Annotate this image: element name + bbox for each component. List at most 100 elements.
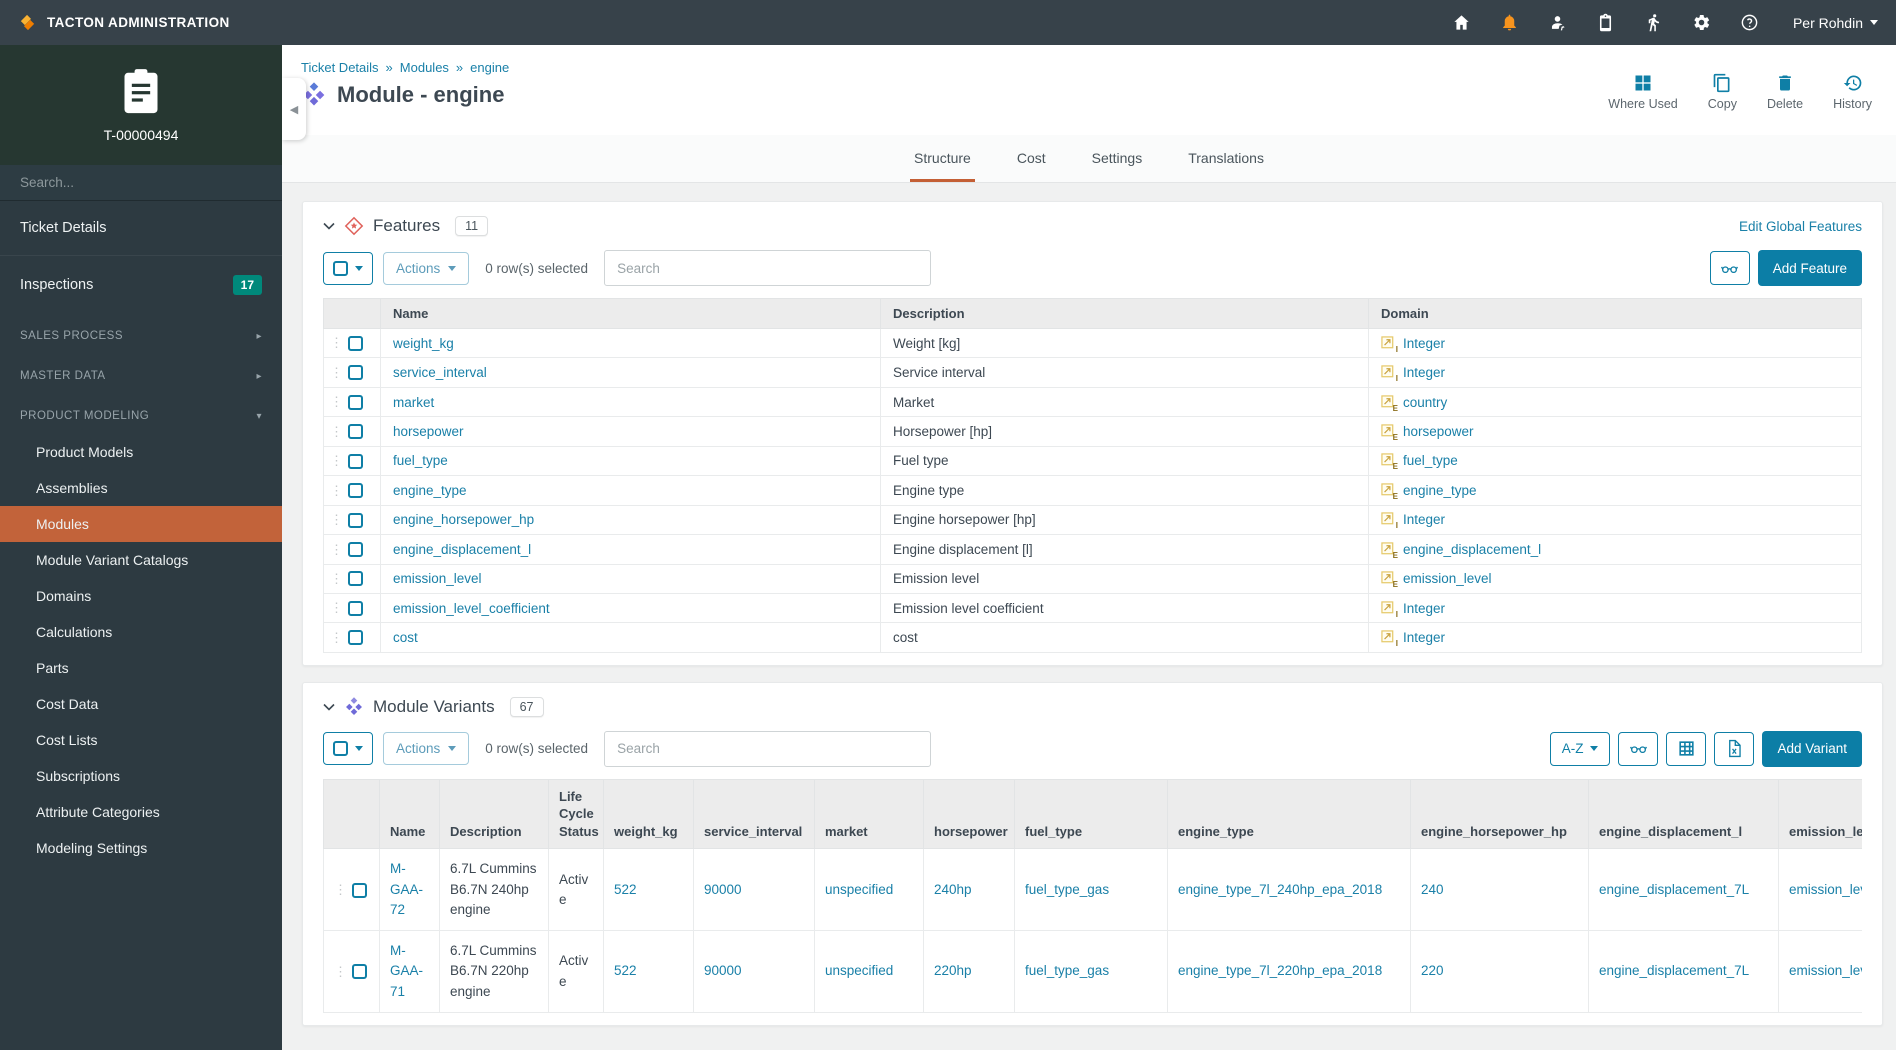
sidebar-section-master-data[interactable]: MASTER DATA ▸	[0, 354, 282, 394]
domain-link[interactable]: engine_type	[1403, 483, 1477, 498]
variant-engine-type-link[interactable]: engine_type_7l_220hp_epa_2018	[1178, 963, 1382, 978]
collapse-panel-button[interactable]: ◀	[282, 78, 306, 140]
sort-dropdown[interactable]: A-Z	[1549, 731, 1611, 766]
column-header-market[interactable]: market	[814, 778, 924, 850]
settings-gear-icon[interactable]	[1683, 8, 1721, 38]
sidebar-section-sales-process[interactable]: SALES PROCESS ▸	[0, 314, 282, 354]
breadcrumb-link-engine[interactable]: engine	[470, 60, 509, 75]
user-admin-icon[interactable]	[1539, 8, 1577, 38]
column-header-fuel-type[interactable]: fuel_type	[1014, 778, 1168, 850]
row-checkbox[interactable]	[348, 365, 363, 381]
variant-engine-displacement-link[interactable]: engine_displacement_7L	[1599, 882, 1749, 897]
help-icon[interactable]	[1731, 8, 1769, 38]
add-feature-button[interactable]: Add Feature	[1757, 250, 1862, 286]
column-header-life-cycle-status[interactable]: Life Cycle Status	[548, 778, 604, 850]
row-checkbox[interactable]	[352, 882, 367, 898]
user-menu[interactable]: Per Rohdin	[1793, 15, 1878, 31]
feature-name-link[interactable]: market	[393, 395, 434, 410]
feature-name-link[interactable]: horsepower	[393, 424, 464, 439]
select-all-dropdown[interactable]	[323, 251, 373, 285]
column-header-name[interactable]: Name	[380, 298, 881, 329]
domain-link[interactable]: Integer	[1403, 365, 1445, 380]
sidebar-item-ticket-details[interactable]: Ticket Details	[0, 201, 282, 256]
sidebar-item-subscriptions[interactable]: Subscriptions	[0, 758, 282, 794]
column-header-service-interval[interactable]: service_interval	[693, 778, 815, 850]
features-search-input[interactable]	[604, 250, 932, 286]
row-checkbox[interactable]	[352, 964, 367, 980]
drag-handle-icon[interactable]: ⋮	[330, 365, 343, 381]
variant-market-link[interactable]: unspecified	[825, 882, 893, 897]
variant-weight-link[interactable]: 522	[614, 882, 637, 897]
tickets-clipboard-icon[interactable]	[1587, 8, 1625, 38]
variant-horsepower-link[interactable]: 220hp	[934, 963, 972, 978]
ticket-card[interactable]: T-00000494	[0, 45, 282, 165]
domain-link[interactable]: Integer	[1403, 630, 1445, 645]
select-all-checkbox[interactable]	[333, 741, 348, 757]
variants-search-input[interactable]	[604, 730, 932, 767]
sidebar-section-product-modeling[interactable]: PRODUCT MODELING ▾	[0, 394, 282, 434]
row-checkbox[interactable]	[348, 424, 363, 440]
notifications-bell-icon[interactable]	[1491, 8, 1529, 38]
sidebar-item-parts[interactable]: Parts	[0, 650, 282, 686]
row-checkbox[interactable]	[348, 630, 363, 646]
view-options-button[interactable]	[1618, 731, 1659, 766]
view-options-button[interactable]	[1709, 251, 1750, 285]
actions-dropdown[interactable]: Actions	[383, 732, 470, 766]
column-header-horsepower[interactable]: horsepower	[923, 778, 1015, 850]
quick-actions-runner-icon[interactable]	[1635, 8, 1673, 38]
sidebar-search-input[interactable]	[0, 175, 282, 190]
row-checkbox[interactable]	[348, 512, 363, 528]
sidebar-item-attribute-categories[interactable]: Attribute Categories	[0, 794, 282, 830]
variant-emission-level-link[interactable]: emission_level_e	[1789, 963, 1862, 978]
sidebar-item-cost-lists[interactable]: Cost Lists	[0, 722, 282, 758]
domain-link[interactable]: horsepower	[1403, 424, 1474, 439]
column-header-description[interactable]: Description	[880, 298, 1369, 329]
variant-engine-horsepower-link[interactable]: 240	[1421, 882, 1444, 897]
row-checkbox[interactable]	[348, 571, 363, 587]
variant-engine-horsepower-link[interactable]: 220	[1421, 963, 1444, 978]
select-all-dropdown[interactable]	[323, 732, 373, 766]
variant-emission-level-link[interactable]: emission_level_e	[1789, 882, 1862, 897]
domain-link[interactable]: emission_level	[1403, 571, 1492, 586]
tab-settings[interactable]: Settings	[1092, 135, 1143, 182]
domain-link[interactable]: Integer	[1403, 336, 1445, 351]
export-excel-button[interactable]	[1714, 731, 1755, 766]
select-all-checkbox[interactable]	[333, 260, 348, 276]
row-checkbox[interactable]	[348, 453, 363, 469]
add-variant-button[interactable]: Add Variant	[1762, 730, 1862, 767]
breadcrumb-link-modules[interactable]: Modules	[400, 60, 449, 75]
feature-name-link[interactable]: fuel_type	[393, 453, 448, 468]
drag-handle-icon[interactable]: ⋮	[330, 512, 343, 528]
column-header-engine-displacement-l[interactable]: engine_displacement_l	[1588, 778, 1779, 850]
feature-name-link[interactable]: engine_type	[393, 483, 467, 498]
column-header-emission-level[interactable]: emission_level	[1778, 778, 1862, 850]
variant-weight-link[interactable]: 522	[614, 963, 637, 978]
variant-fuel-type-link[interactable]: fuel_type_gas	[1025, 882, 1109, 897]
variant-horsepower-link[interactable]: 240hp	[934, 882, 972, 897]
row-checkbox[interactable]	[348, 335, 363, 351]
collapse-features-button[interactable]	[323, 222, 335, 230]
row-checkbox[interactable]	[348, 394, 363, 410]
sidebar-item-modeling-settings[interactable]: Modeling Settings	[0, 830, 282, 866]
drag-handle-icon[interactable]: ⋮	[330, 542, 343, 558]
column-header-engine-type[interactable]: engine_type	[1167, 778, 1411, 850]
drag-handle-icon[interactable]: ⋮	[334, 880, 347, 900]
sidebar-item-product-models[interactable]: Product Models	[0, 434, 282, 470]
feature-name-link[interactable]: weight_kg	[393, 336, 454, 351]
sidebar-item-assemblies[interactable]: Assemblies	[0, 470, 282, 506]
feature-name-link[interactable]: service_interval	[393, 365, 487, 380]
column-header-domain[interactable]: Domain	[1368, 298, 1862, 329]
where-used-button[interactable]: Where Used	[1608, 73, 1678, 111]
collapse-variants-button[interactable]	[323, 703, 335, 711]
feature-name-link[interactable]: engine_displacement_l	[393, 542, 531, 557]
feature-name-link[interactable]: emission_level	[393, 571, 482, 586]
variant-service-interval-link[interactable]: 90000	[704, 963, 742, 978]
feature-name-link[interactable]: cost	[393, 630, 418, 645]
column-header-name[interactable]: Name	[379, 778, 440, 850]
sidebar-item-module-variant-catalogs[interactable]: Module Variant Catalogs	[0, 542, 282, 578]
feature-name-link[interactable]: engine_horsepower_hp	[393, 512, 534, 527]
delete-button[interactable]: Delete	[1767, 73, 1803, 111]
column-header-weight-kg[interactable]: weight_kg	[603, 778, 694, 850]
row-checkbox[interactable]	[348, 600, 363, 616]
domain-link[interactable]: engine_displacement_l	[1403, 542, 1541, 557]
